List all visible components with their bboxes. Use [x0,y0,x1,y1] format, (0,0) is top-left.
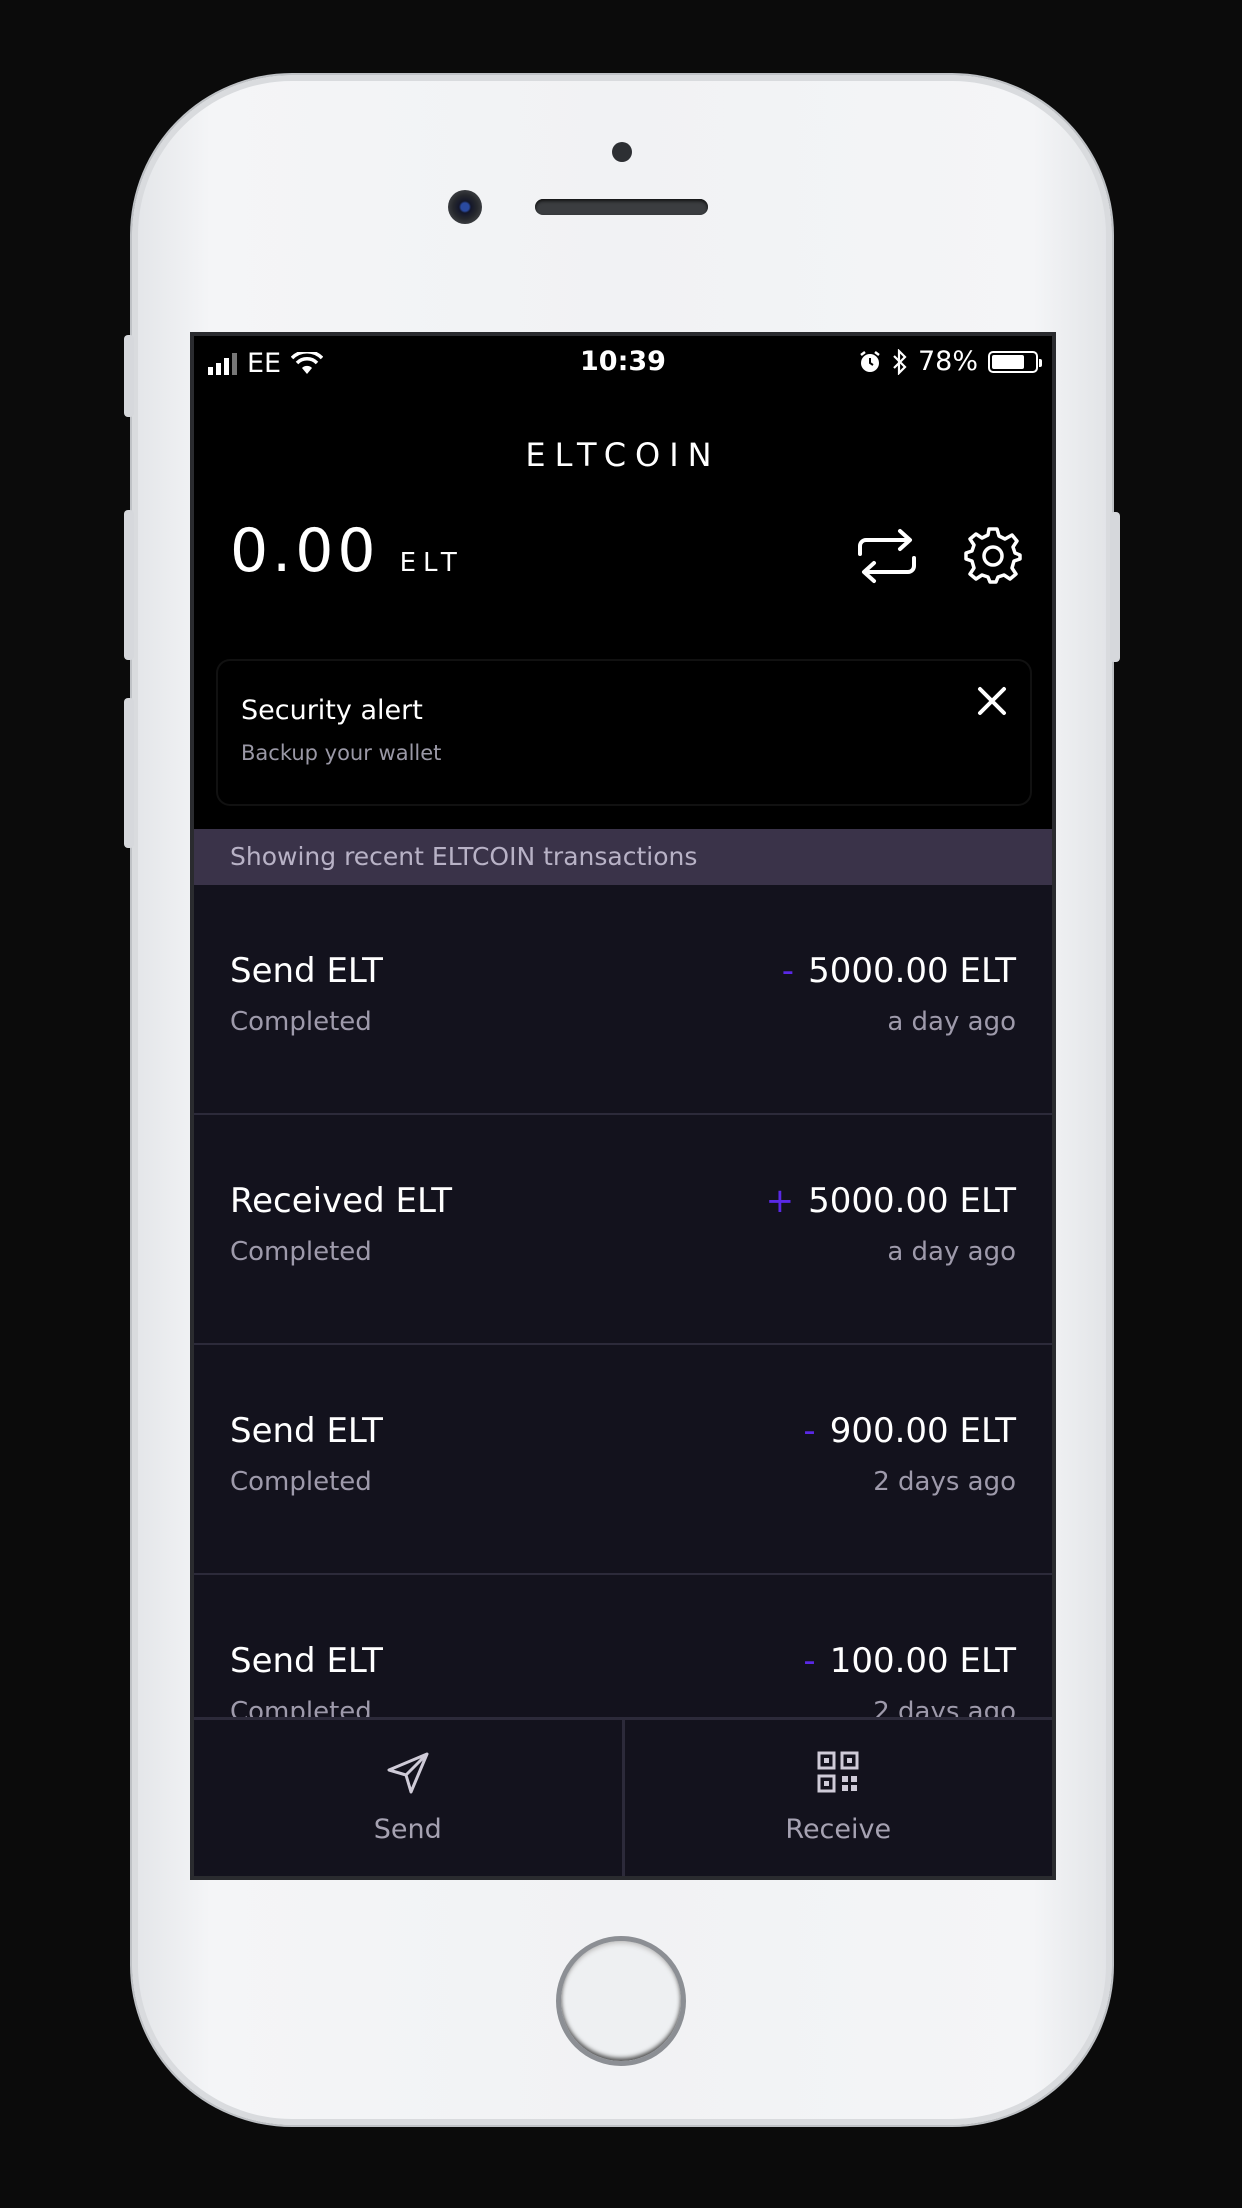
transaction-title: Send ELT [230,1411,383,1451]
transaction-amount-group: -900.00 ELT [803,1411,1016,1451]
battery-percent: 78% [917,346,978,377]
transaction-title: Send ELT [230,951,383,991]
status-bar: EE 10:39 78% [194,336,1052,392]
transaction-amount-group: -5000.00 ELT [782,951,1016,991]
exchange-arrows-icon[interactable] [856,528,918,584]
transaction-status: Completed [230,1467,372,1497]
mute-switch [124,335,134,417]
send-tab-button[interactable]: Send [194,1720,622,1876]
transaction-status: Completed [230,1237,372,1267]
transactions-info-bar: Showing recent ELTCOIN transactions [194,829,1052,885]
balance-amount: 0.00 [230,516,380,586]
transaction-title: Send ELT [230,1641,383,1681]
power-button [1110,512,1120,662]
proximity-sensor [612,142,632,162]
volume-down-button [124,698,134,848]
transaction-time: 2 days ago [873,1467,1016,1497]
home-button[interactable] [556,1936,686,2066]
close-icon[interactable] [974,683,1010,719]
transaction-row[interactable]: Send ELT Completed -900.00 ELT 2 days ag… [194,1345,1052,1575]
battery-icon [988,350,1042,373]
transaction-amount: 5000.00 ELT [808,1181,1016,1221]
transaction-time: a day ago [887,1237,1016,1267]
receive-tab-button[interactable]: Receive [621,1720,1053,1876]
bluetooth-icon [893,348,907,375]
transaction-row[interactable]: Send ELT Completed -100.00 ELT 2 days ag… [194,1575,1052,1724]
transaction-sign: - [803,1411,816,1451]
transaction-title: Received ELT [230,1181,453,1221]
qr-code-icon [817,1751,859,1793]
transaction-amount: 5000.00 ELT [808,951,1016,991]
app-title: ELTCOIN [525,436,721,474]
transaction-amount-group: -100.00 ELT [803,1641,1016,1681]
transaction-amount: 100.00 ELT [829,1641,1016,1681]
transaction-amount: 900.00 ELT [829,1411,1016,1451]
gear-icon[interactable] [964,526,1022,584]
bottom-tab-bar: Send Receive [194,1717,1052,1876]
volume-up-button [124,510,134,660]
transactions-list: Showing recent ELTCOIN transactions Send… [194,829,1052,1724]
alert-title: Security alert [241,695,423,726]
transaction-row[interactable]: Received ELT Completed +5000.00 ELT a da… [194,1115,1052,1345]
app-screen: EE 10:39 78% ELTCOIN 0.00 ELT Security a… [190,332,1056,1880]
transaction-sign: - [803,1641,816,1681]
security-alert-card[interactable]: Security alert Backup your wallet [218,661,1030,804]
paper-plane-icon [387,1752,429,1794]
earpiece-speaker [535,199,708,215]
alert-subtitle: Backup your wallet [241,741,442,765]
transaction-status: Completed [230,1007,372,1037]
receive-tab-label: Receive [785,1814,892,1845]
transaction-time: a day ago [887,1007,1016,1037]
wallet-balance: 0.00 ELT [230,516,464,586]
front-camera [448,190,482,224]
transaction-row[interactable]: Send ELT Completed -5000.00 ELT a day ag… [194,885,1052,1115]
transaction-amount-group: +5000.00 ELT [766,1181,1016,1221]
transaction-sign: - [781,951,795,991]
transaction-sign: + [765,1181,795,1221]
status-right: 78% [858,346,1042,377]
send-tab-label: Send [373,1814,442,1845]
alarm-icon [860,350,880,372]
balance-unit: ELT [399,548,464,578]
